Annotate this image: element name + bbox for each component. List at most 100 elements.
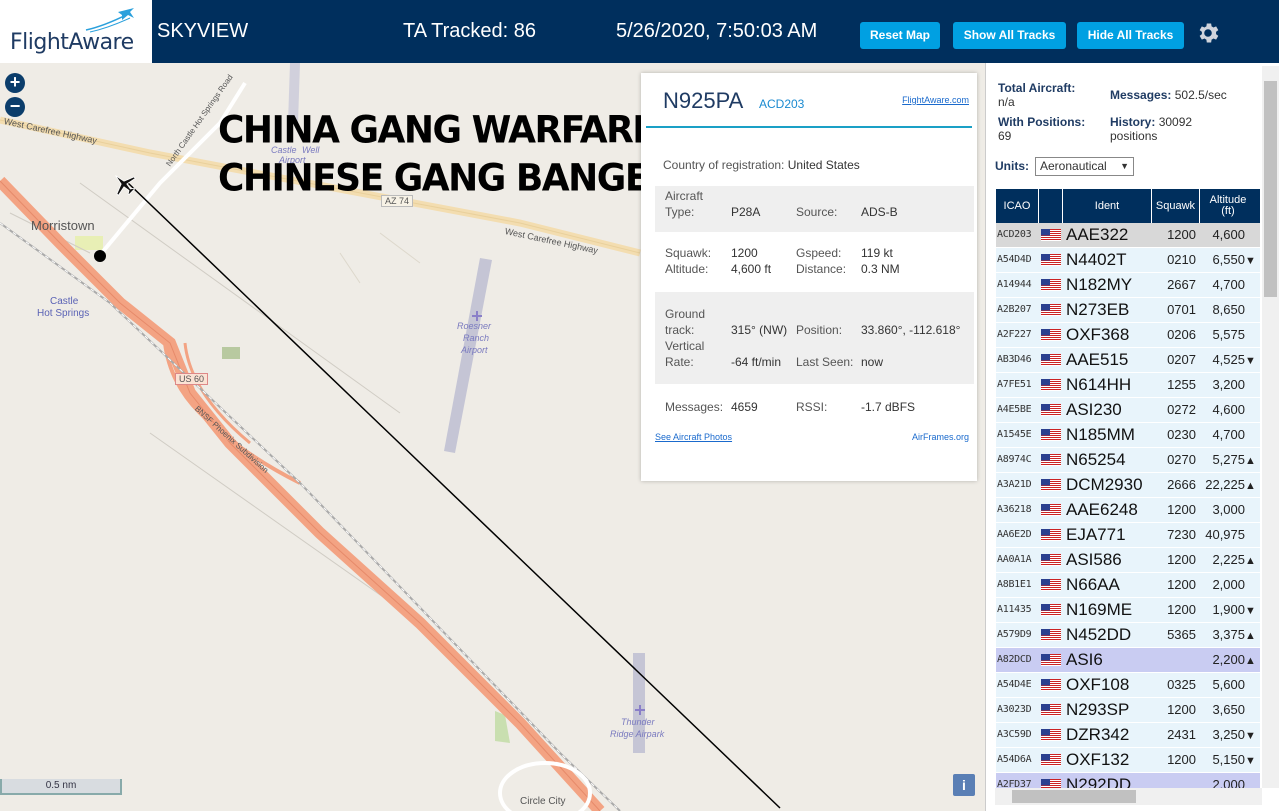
ident-cell: N293SP [1066, 700, 1130, 719]
us-flag-icon [1041, 404, 1061, 416]
us-flag-icon [1041, 579, 1061, 591]
us-flag-icon [1041, 304, 1061, 316]
map-label-circle-city: Circle City [520, 796, 566, 807]
table-row[interactable]: AB3D46 AAE515 0207 4,525▼ [996, 348, 1260, 373]
hide-all-tracks-button[interactable]: Hide All Tracks [1077, 22, 1184, 49]
altitude-cell: 5,275▲ [1200, 448, 1256, 472]
table-row[interactable]: AA6E2D EJA771 7230 40,975 [996, 523, 1260, 548]
us-flag-icon [1041, 354, 1061, 366]
column-ident[interactable]: Ident [1063, 189, 1152, 223]
zoom-in-button[interactable]: + [5, 73, 25, 93]
flightaware-link[interactable]: FlightAware.com [902, 95, 969, 105]
altitude-value: 40,975 [1205, 527, 1245, 542]
detail-block-track: Ground track: 315° (NW) Position: 33.860… [655, 292, 974, 384]
logo-text: FlightAware [10, 30, 134, 55]
table-row[interactable]: A2FD37 N292DD 2,000 [996, 773, 1260, 788]
ident-cell: N452DD [1066, 625, 1132, 644]
altitude-value: 1,900 [1212, 602, 1245, 617]
squawk-cell [1152, 648, 1198, 672]
column-flag[interactable] [1039, 189, 1063, 223]
altitude-value: 8,650 [1212, 302, 1245, 317]
column-squawk[interactable]: Squawk [1152, 189, 1200, 223]
icao-cell: ACD203 [997, 229, 1032, 240]
units-select[interactable]: Aeronautical ▼ [1035, 157, 1134, 176]
flightaware-logo[interactable]: FlightAware [0, 0, 152, 63]
us-flag-icon [1041, 254, 1061, 266]
ident-cell: N65254 [1066, 450, 1126, 469]
altitude-trend-icon: ▼ [1245, 255, 1256, 267]
vertical-scrollbar-thumb[interactable] [1264, 81, 1277, 297]
column-icao[interactable]: ICAO [996, 189, 1039, 223]
source-value: ADS-B [861, 205, 898, 219]
map-label-castle-hot-springs-2: Hot Springs [37, 308, 90, 319]
icao-cell: A54D4E [997, 679, 1032, 690]
ident-cell: N182MY [1066, 275, 1133, 294]
info-icon[interactable]: i [953, 774, 975, 796]
table-row[interactable]: A54D4D N4402T 0210 6,550▼ [996, 248, 1260, 273]
show-all-tracks-button[interactable]: Show All Tracks [953, 22, 1066, 49]
table-row[interactable]: A8974C N65254 0270 5,275▲ [996, 448, 1260, 473]
column-altitude[interactable]: Altitude (ft) [1200, 189, 1256, 223]
us-flag-icon [1041, 504, 1061, 516]
table-row[interactable]: A14944 N182MY 2667 4,700 [996, 273, 1260, 298]
us-flag-icon [1041, 554, 1061, 566]
table-row[interactable]: A2F227 OXF368 0206 5,575 [996, 323, 1260, 348]
overlay-line-1: CHINA GANG WARFARE [218, 108, 657, 152]
altitude-trend-icon: ▲ [1245, 655, 1256, 667]
aircraft-detail-card: N925PA ACD203 FlightAware.com Country of… [641, 73, 977, 481]
ident-cell: N614HH [1066, 375, 1132, 394]
table-row[interactable]: A7FE51 N614HH 1255 3,200 [996, 373, 1260, 398]
zoom-out-button[interactable]: − [5, 97, 25, 117]
altitude-value: 3,650 [1212, 702, 1245, 717]
aircraft-photos-link[interactable]: See Aircraft Photos [655, 432, 732, 442]
table-row[interactable]: A82DCD ASI6 2,200▲ [996, 648, 1260, 673]
table-row[interactable]: A1545E N185MM 0230 4,700 [996, 423, 1260, 448]
altitude-value: 4,600 ft [731, 262, 772, 276]
gear-icon[interactable] [1195, 20, 1221, 46]
table-row[interactable]: A3023D N293SP 1200 3,650 [996, 698, 1260, 723]
table-row[interactable]: A36218 AAE6248 1200 3,000 [996, 498, 1260, 523]
squawk-cell: 1200 [1167, 502, 1196, 517]
icao-cell: A3C59D [997, 729, 1032, 740]
ident-cell: DCM2930 [1066, 475, 1143, 494]
table-row[interactable]: A3C59D DZR342 2431 3,250▼ [996, 723, 1260, 748]
table-row[interactable]: AA0A1A ASI586 1200 2,225▲ [996, 548, 1260, 573]
altitude-cell: 3,250▼ [1200, 723, 1256, 747]
table-row[interactable]: A2B207 N273EB 0701 8,650 [996, 298, 1260, 323]
squawk-cell: 2666 [1167, 477, 1196, 492]
table-row[interactable]: A54D6A OXF132 1200 5,150▼ [996, 748, 1260, 773]
table-row[interactable]: A3A21D DCM2930 2666 22,225▲ [996, 473, 1260, 498]
us-flag-icon [1041, 604, 1061, 616]
squawk-cell: 1255 [1167, 377, 1196, 392]
altitude-trend-icon: ▼ [1245, 730, 1256, 742]
table-row[interactable]: A579D9 N452DD 5365 3,375▲ [996, 623, 1260, 648]
horizontal-scrollbar-thumb[interactable] [1012, 790, 1136, 803]
altitude-trend-icon: ▲ [1245, 630, 1256, 642]
reset-map-button[interactable]: Reset Map [860, 22, 940, 49]
table-row[interactable]: A8B1E1 N66AA 1200 2,000 [996, 573, 1260, 598]
us-flag-icon [1041, 629, 1061, 641]
table-row[interactable]: ACD203 AAE322 1200 4,600 [996, 223, 1260, 248]
icao-cell: AA0A1A [997, 554, 1032, 565]
altitude-value: 4,600 [1212, 402, 1245, 417]
altitude-trend-icon: ▲ [1245, 555, 1256, 567]
app-name: SKYVIEW [157, 20, 249, 42]
altitude-value: 4,700 [1212, 427, 1245, 442]
airframes-link[interactable]: AirFrames.org [912, 432, 969, 442]
squawk-cell: 1200 [1167, 552, 1196, 567]
squawk-cell [1152, 773, 1198, 788]
squawk-cell: 0701 [1167, 302, 1196, 317]
table-row[interactable]: A11435 N169ME 1200 1,900▼ [996, 598, 1260, 623]
icao-cell: A2B207 [997, 304, 1032, 315]
icao-cell: A3023D [997, 704, 1032, 715]
country-of-registration: Country of registration: United States [663, 158, 860, 172]
ident-cell: N169ME [1066, 600, 1133, 619]
squawk-cell: 2431 [1167, 727, 1196, 742]
squawk-value: 1200 [731, 246, 758, 260]
map-label-roesner-2: Ranch [463, 333, 490, 343]
table-row[interactable]: A4E5BE ASI230 0272 4,600 [996, 398, 1260, 423]
table-row[interactable]: A54D4E OXF108 0325 5,600 [996, 673, 1260, 698]
altitude-value: 5,575 [1212, 327, 1245, 342]
us-flag-icon [1041, 479, 1061, 491]
map-label-thunder-ridge: Thunder [621, 717, 655, 727]
